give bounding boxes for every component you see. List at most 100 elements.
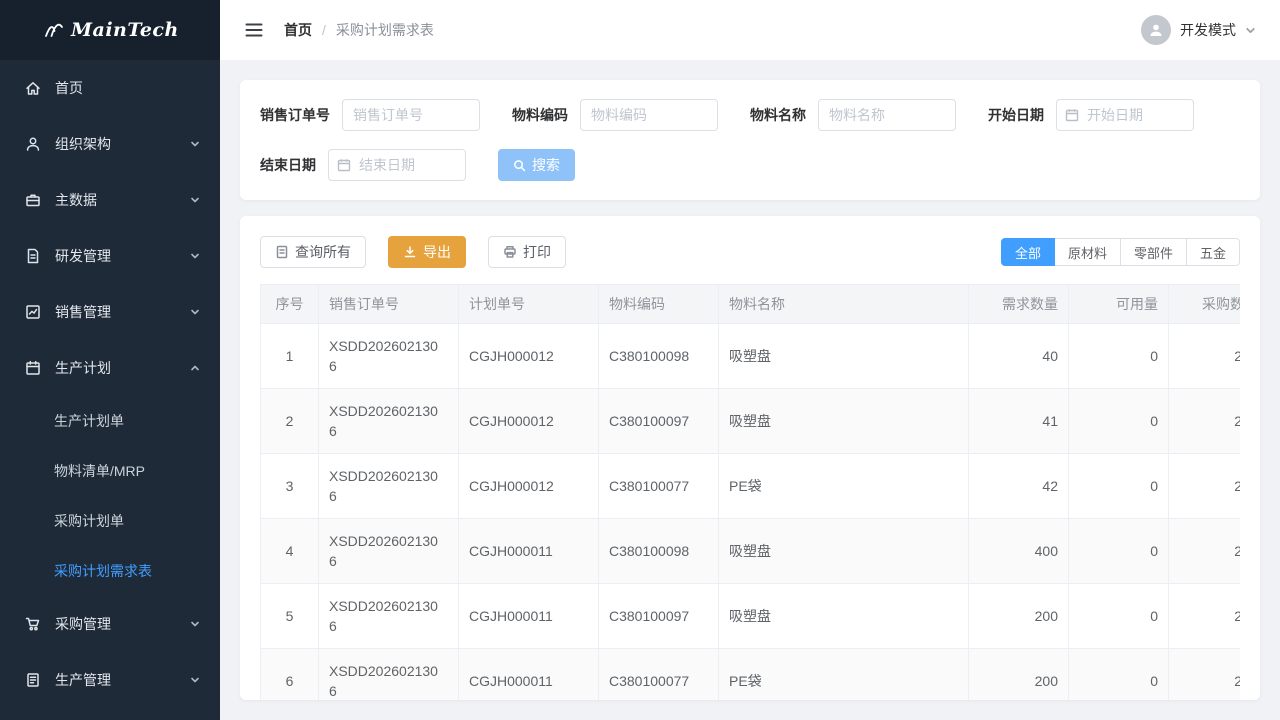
table-row[interactable]: 6 XSDD2026021306 CGJH000011 C380100077 P…	[261, 649, 1241, 701]
query-all-button[interactable]: 查询所有	[260, 236, 366, 268]
cell-available-qty: 0	[1069, 584, 1169, 649]
cell-material-name: PE袋	[719, 454, 969, 519]
cell-sales-order: XSDD2026021306	[319, 519, 459, 584]
sidebar-item-label: 生产计划	[55, 358, 111, 378]
cell-plan-no: CGJH000011	[459, 584, 599, 649]
cell-sales-order: XSDD2026021306	[319, 389, 459, 454]
app-root: MainTech 首页 组织架构 主数据 研发管理	[0, 0, 1280, 720]
sidebar-item-master-data[interactable]: 主数据	[0, 172, 220, 228]
category-filter-group: 全部 原材料 零部件 五金	[1001, 238, 1240, 266]
cell-demand-qty: 41	[969, 389, 1069, 454]
table-row[interactable]: 4 XSDD2026021306 CGJH000011 C380100098 吸…	[261, 519, 1241, 584]
sidebar-item-label: 组织架构	[55, 134, 111, 154]
sidebar-subitem-purchase-plan-order[interactable]: 采购计划单	[0, 496, 220, 546]
filter-material-name: 物料名称	[750, 99, 956, 131]
cell-sales-order: XSDD2026021306	[319, 324, 459, 389]
table-row[interactable]: 3 XSDD2026021306 CGJH000012 C380100077 P…	[261, 454, 1241, 519]
table-row[interactable]: 1 XSDD2026021306 CGJH000012 C380100098 吸…	[261, 324, 1241, 389]
sidebar-subitem-purchase-plan-demand[interactable]: 采购计划需求表	[0, 546, 220, 596]
tab-parts[interactable]: 零部件	[1121, 238, 1187, 266]
logo-swoosh-icon	[44, 20, 64, 40]
search-icon	[513, 159, 526, 172]
cell-sales-order: XSDD2026021306	[319, 649, 459, 701]
sidebar-item-production-plan[interactable]: 生产计划	[0, 340, 220, 396]
col-purchase-qty: 采购数量	[1169, 285, 1241, 324]
sales-order-input[interactable]	[342, 99, 480, 131]
col-index: 序号	[261, 285, 319, 324]
tab-hardware[interactable]: 五金	[1187, 238, 1240, 266]
sidebar-item-label: 研发管理	[55, 246, 111, 266]
tab-raw-material[interactable]: 原材料	[1055, 238, 1121, 266]
sidebar-item-purchase-management[interactable]: 采购管理	[0, 596, 220, 652]
table-row[interactable]: 5 XSDD2026021306 CGJH000011 C380100097 吸…	[261, 584, 1241, 649]
app-logo: MainTech	[0, 0, 220, 60]
cell-available-qty: 0	[1069, 324, 1169, 389]
search-button[interactable]: 搜索	[498, 149, 575, 181]
search-button-label: 搜索	[532, 155, 560, 175]
cell-sales-order: XSDD2026021306	[319, 454, 459, 519]
cell-plan-no: CGJH000012	[459, 454, 599, 519]
cell-available-qty: 0	[1069, 389, 1169, 454]
sidebar-item-label: 销售管理	[55, 302, 111, 322]
export-button[interactable]: 导出	[388, 236, 466, 268]
filter-end-date: 结束日期	[260, 149, 466, 181]
brand-name: MainTech	[71, 19, 179, 41]
sidebar-item-rd-management[interactable]: 研发管理	[0, 228, 220, 284]
sidebar-item-sales-management[interactable]: 销售管理	[0, 284, 220, 340]
demand-table: 序号 销售订单号 计划单号 物料编码 物料名称 需求数量 可用量 采购数量	[260, 284, 1240, 700]
sidebar-subitem-label: 生产计划单	[54, 411, 124, 431]
calendar-icon	[24, 359, 42, 377]
table-row[interactable]: 2 XSDD2026021306 CGJH000012 C380100097 吸…	[261, 389, 1241, 454]
sidebar-subitem-label: 物料清单/MRP	[54, 461, 145, 481]
print-label: 打印	[523, 242, 551, 262]
cell-index: 6	[261, 649, 319, 701]
briefcase-icon	[24, 191, 42, 209]
chevron-down-icon	[190, 195, 200, 205]
cell-index: 3	[261, 454, 319, 519]
cell-index: 4	[261, 519, 319, 584]
sidebar-item-organization[interactable]: 组织架构	[0, 116, 220, 172]
material-name-input[interactable]	[818, 99, 956, 131]
sidebar-item-home[interactable]: 首页	[0, 60, 220, 116]
filter-sales-order: 销售订单号	[260, 99, 480, 131]
print-button[interactable]: 打印	[488, 236, 566, 268]
filter-material-code: 物料编码	[512, 99, 718, 131]
chevron-down-icon	[190, 139, 200, 149]
sidebar-subitem-production-plan-order[interactable]: 生产计划单	[0, 396, 220, 446]
breadcrumb-separator: /	[322, 22, 326, 38]
main-area: 首页 / 采购计划需求表 开发模式 销售订单号	[220, 0, 1280, 720]
chevron-down-icon	[190, 251, 200, 261]
cell-plan-no: CGJH000012	[459, 389, 599, 454]
material-code-input[interactable]	[580, 99, 718, 131]
cell-material-name: 吸塑盘	[719, 519, 969, 584]
sidebar-subitem-bom-mrp[interactable]: 物料清单/MRP	[0, 446, 220, 496]
table-header-row: 序号 销售订单号 计划单号 物料编码 物料名称 需求数量 可用量 采购数量	[261, 285, 1241, 324]
filter-label: 开始日期	[988, 105, 1044, 125]
cell-material-code: C380100097	[599, 389, 719, 454]
query-all-label: 查询所有	[295, 242, 351, 262]
sidebar-item-label: 生产管理	[55, 670, 111, 690]
person-icon	[1148, 22, 1164, 38]
breadcrumb-home[interactable]: 首页	[284, 20, 312, 40]
sidebar-item-production-management[interactable]: 生产管理	[0, 652, 220, 708]
table-toolbar: 查询所有 导出 打印 全部 原材料 零部件 五金	[260, 236, 1240, 268]
user-menu[interactable]: 开发模式	[1141, 15, 1256, 45]
calendar-icon	[1065, 108, 1079, 122]
sidebar-item-label: 采购管理	[55, 614, 111, 634]
cell-demand-qty: 400	[969, 519, 1069, 584]
chart-icon	[24, 303, 42, 321]
filter-start-date: 开始日期	[988, 99, 1194, 131]
cell-demand-qty: 40	[969, 324, 1069, 389]
cell-available-qty: 0	[1069, 519, 1169, 584]
printer-icon	[503, 245, 517, 259]
sidebar-item-label: 主数据	[55, 190, 97, 210]
breadcrumb-current: 采购计划需求表	[336, 20, 434, 40]
cell-material-code: C380100077	[599, 454, 719, 519]
results-panel: 查询所有 导出 打印 全部 原材料 零部件 五金	[240, 216, 1260, 700]
cart-icon	[24, 615, 42, 633]
hamburger-menu-icon[interactable]	[244, 20, 264, 40]
page-content: 销售订单号 物料编码 物料名称 开始日期	[220, 60, 1280, 720]
cell-index: 2	[261, 389, 319, 454]
tab-all[interactable]: 全部	[1001, 238, 1055, 266]
sidebar-item-label: 首页	[55, 78, 83, 98]
